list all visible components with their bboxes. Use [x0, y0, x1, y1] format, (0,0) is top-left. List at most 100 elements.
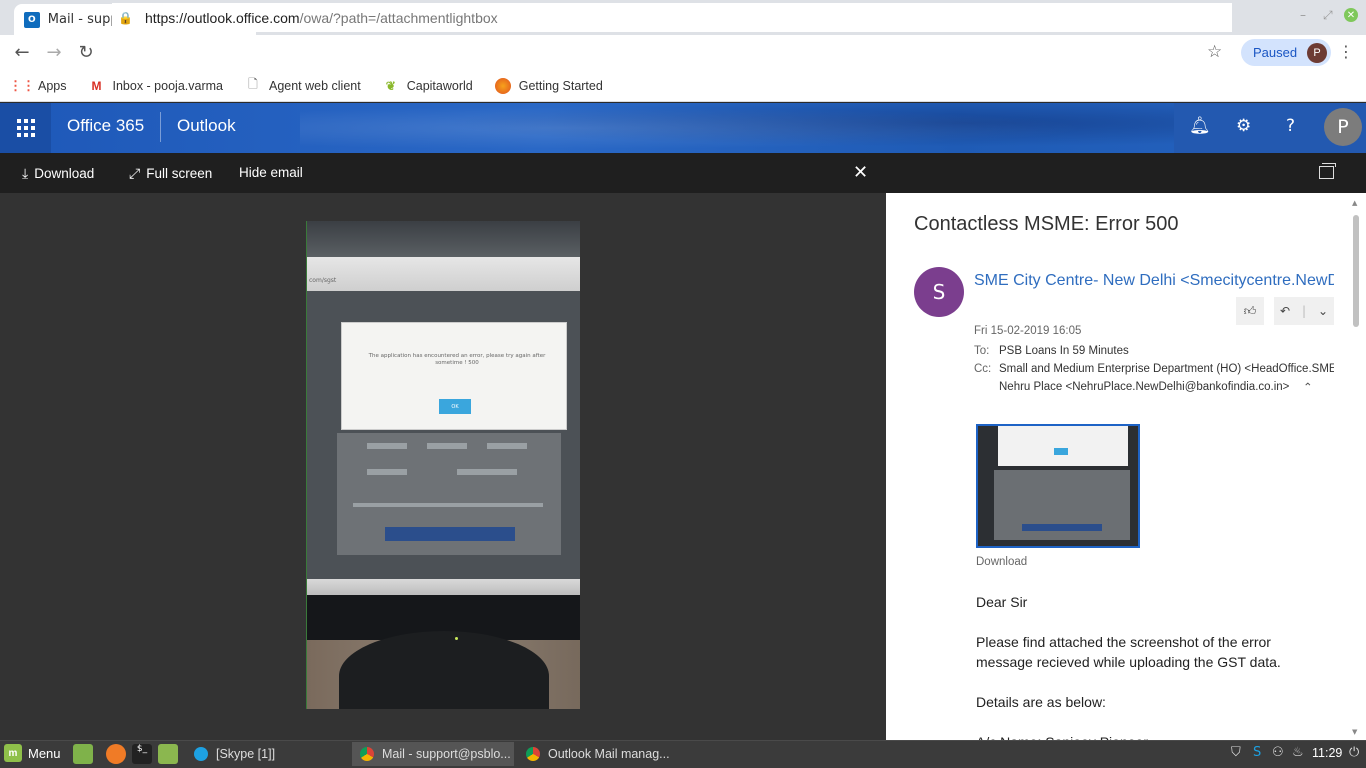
- collapse-recipients-icon[interactable]: ⌃: [1303, 380, 1313, 394]
- chrome-icon: [526, 747, 540, 761]
- attachment-download-link[interactable]: Download: [976, 556, 1027, 568]
- bookmarks-bar: ⋮⋮ Apps M Inbox - pooja.varma 🗋 Agent we…: [0, 70, 1366, 102]
- sender-name[interactable]: SME City Centre- New Delhi <Smecitycentr…: [974, 272, 1334, 290]
- reply-button-group[interactable]: ↶ | ⌄: [1274, 297, 1334, 325]
- cc-label: Cc:: [974, 363, 992, 375]
- popout-icon[interactable]: [1319, 163, 1336, 179]
- app-launcher-icon[interactable]: [0, 103, 51, 153]
- forward-icon[interactable]: →: [38, 42, 70, 63]
- photo-field: [367, 443, 407, 449]
- email-body-paragraph: Please find attached the screenshot of t…: [976, 634, 1281, 670]
- firefox-icon: [494, 77, 511, 94]
- chevron-down-icon[interactable]: ⌄: [1318, 304, 1328, 318]
- like-button[interactable]: 👍︎: [1236, 297, 1264, 325]
- close-window-icon[interactable]: ✕: [1344, 8, 1358, 22]
- task-skype[interactable]: [Skype [1]]: [186, 742, 346, 766]
- suite-title[interactable]: Office 365: [67, 116, 144, 136]
- hide-email-button[interactable]: Hide email: [239, 165, 303, 180]
- page-icon: 🗋: [248, 77, 258, 91]
- header-divider: [160, 112, 161, 142]
- photo-ok-button: OK: [439, 399, 471, 414]
- task-mail-chrome[interactable]: Mail - support@psblo...: [352, 742, 514, 766]
- bookmark-getting-started[interactable]: Getting Started: [494, 77, 603, 94]
- show-desktop-icon[interactable]: [73, 744, 93, 764]
- url-path: /owa/?path=/attachmentlightbox: [299, 9, 498, 26]
- leaf-icon: ❦: [385, 78, 396, 93]
- gear-icon[interactable]: ⚙: [1236, 116, 1251, 136]
- header-background-image: [300, 103, 1180, 153]
- mint-logo-icon: m: [4, 744, 22, 762]
- task-outlook-chrome[interactable]: Outlook Mail manag...: [518, 742, 678, 766]
- photo-taskbar-strip: [307, 579, 580, 595]
- expand-icon: ⤢: [129, 165, 141, 181]
- photo-submit-bar: [385, 527, 515, 541]
- skype-tray-icon[interactable]: S: [1253, 745, 1261, 760]
- scroll-down-icon[interactable]: ▼: [1352, 728, 1357, 736]
- firefox-launcher-icon[interactable]: [106, 744, 126, 764]
- cc-recipient-1[interactable]: Small and Medium Enterprise Department (…: [999, 363, 1334, 375]
- to-recipient[interactable]: PSB Loans In 59 Minutes: [999, 345, 1334, 357]
- bookmark-apps[interactable]: ⋮⋮ Apps: [9, 78, 67, 94]
- start-menu-button[interactable]: m Menu: [4, 744, 61, 762]
- help-icon[interactable]: ?: [1286, 116, 1295, 136]
- photo-power-led: [455, 637, 458, 640]
- bookmark-gmail-inbox[interactable]: M Inbox - pooja.varma: [89, 78, 223, 94]
- power-icon[interactable]: ⏻: [1349, 745, 1359, 760]
- close-lightbox-icon[interactable]: ✕: [853, 162, 868, 183]
- photo-field: [427, 443, 467, 449]
- photo-dialog-message: The application has encountered an error…: [368, 353, 546, 366]
- notification-icon[interactable]: ♨: [1292, 745, 1304, 760]
- scrollbar-thumb[interactable]: [1353, 215, 1359, 327]
- email-subject: Contactless MSME: Error 500: [914, 213, 1179, 235]
- skype-icon: [194, 747, 208, 761]
- people-icon[interactable]: ⚇: [1272, 745, 1284, 760]
- to-label: To:: [974, 345, 990, 357]
- user-avatar[interactable]: P: [1324, 108, 1362, 146]
- minimize-icon[interactable]: –: [1300, 8, 1306, 22]
- lock-icon: 🔒: [118, 10, 133, 25]
- maximize-icon[interactable]: ⤢: [1323, 8, 1333, 23]
- clock: 11:29: [1312, 746, 1343, 760]
- photo-note: [353, 503, 543, 507]
- email-body-greeting: Dear Sir: [976, 594, 1028, 610]
- files-icon[interactable]: [158, 744, 178, 764]
- bell-icon[interactable]: 🔔︎: [1189, 116, 1211, 136]
- bookmark-agent-web-client[interactable]: 🗋 Agent web client: [245, 77, 361, 94]
- bookmark-capitaworld[interactable]: ❦ Capitaworld: [383, 78, 473, 94]
- url-host: https://outlook.office.com: [144, 9, 300, 26]
- back-icon[interactable]: ←: [6, 42, 38, 63]
- bookmark-star-icon[interactable]: ☆: [1207, 42, 1222, 62]
- photo-browser-band: com/sgst: [307, 257, 580, 291]
- shield-icon[interactable]: ⛉: [1231, 745, 1241, 760]
- download-icon: ⤓: [22, 165, 29, 181]
- photo-form-area: [337, 433, 561, 555]
- reply-all-icon[interactable]: ↶: [1280, 304, 1290, 318]
- reply-divider: |: [1301, 304, 1307, 318]
- cc-recipient-2[interactable]: Nehru Place <NehruPlace.NewDelhi@bankofi…: [999, 381, 1299, 393]
- full-screen-button[interactable]: ⤢ Full screen: [129, 165, 212, 182]
- attachment-thumbnail[interactable]: [976, 424, 1140, 548]
- photo-top: [307, 221, 580, 257]
- address-bar[interactable]: 🔒 https://outlook.office.com/owa/?path=/…: [112, 3, 1232, 32]
- thumbs-up-icon: 👍︎: [1243, 303, 1257, 318]
- photo-field: [457, 469, 517, 475]
- download-button[interactable]: ⤓ Download: [22, 165, 94, 182]
- thumb-bar: [1022, 524, 1102, 531]
- profile-avatar: P: [1307, 42, 1328, 63]
- gmail-icon: M: [91, 78, 102, 93]
- profile-button[interactable]: Paused P: [1241, 39, 1332, 66]
- thumb-ok: [1054, 448, 1068, 455]
- scroll-up-icon[interactable]: ▲: [1352, 199, 1357, 207]
- outlook-favicon-icon: O: [24, 11, 40, 28]
- email-body-details: Details are as below:: [976, 694, 1106, 710]
- photo-field: [487, 443, 527, 449]
- app-name[interactable]: Outlook: [177, 116, 236, 136]
- thumb-dialog: [998, 426, 1128, 466]
- browser-toolbar: ← → ↻: [0, 35, 1366, 70]
- sender-avatar[interactable]: S: [914, 267, 964, 317]
- terminal-icon[interactable]: $_: [132, 744, 152, 764]
- browser-menu-icon[interactable]: ⋮: [1338, 42, 1354, 61]
- reload-icon[interactable]: ↻: [70, 42, 102, 63]
- attachment-image: com/sgst The application has encountered…: [306, 221, 580, 709]
- chrome-icon: [360, 747, 374, 761]
